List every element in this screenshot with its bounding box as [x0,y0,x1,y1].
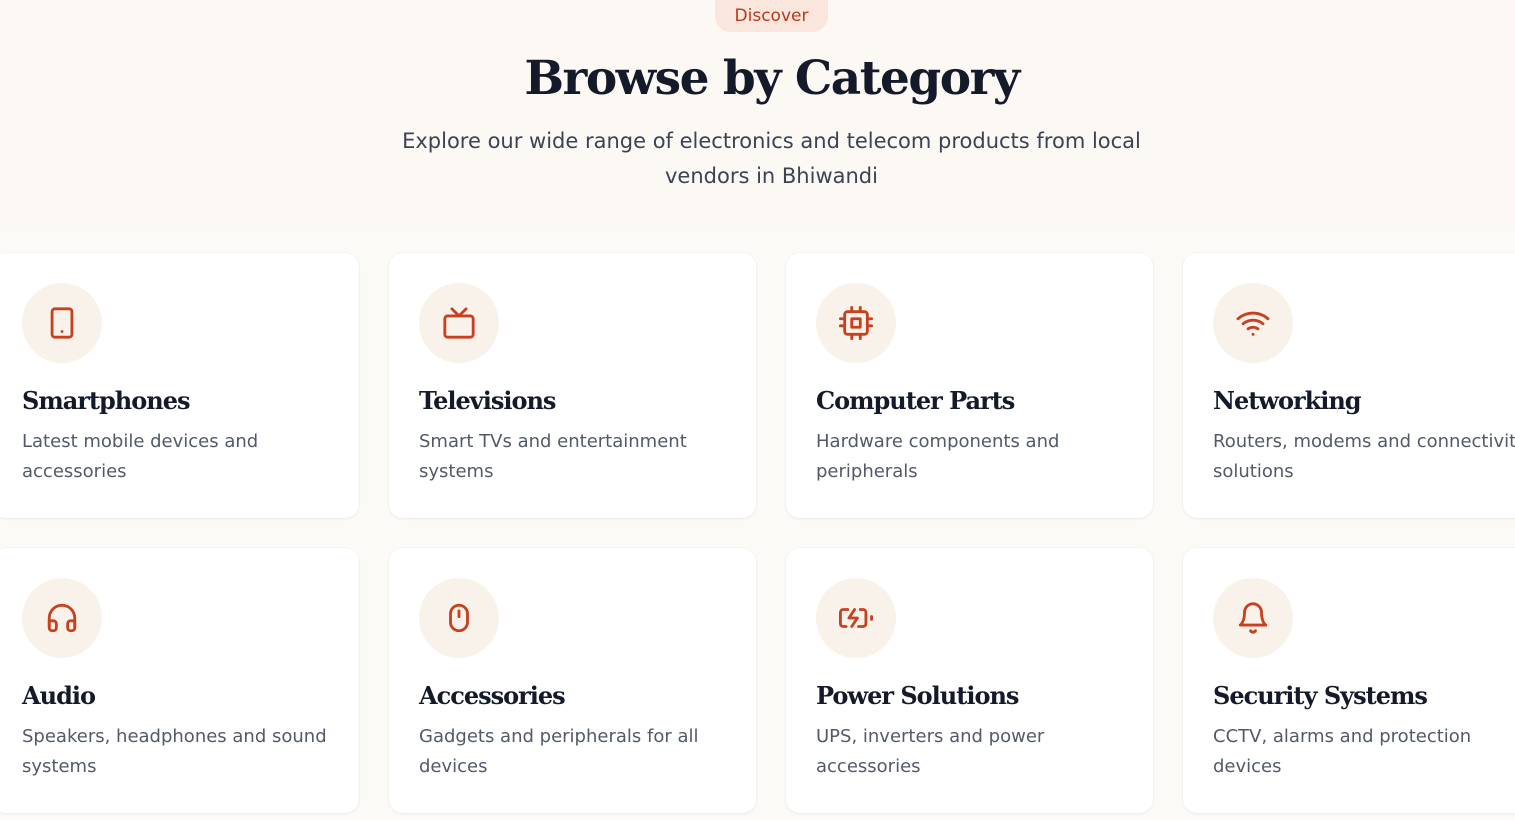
bell-icon [1213,578,1293,658]
category-description: CCTV, alarms and protection devices [1213,726,1472,777]
category-description: Routers, modems and connectivity solutio… [1213,431,1515,482]
tv-icon [419,283,499,363]
wifi-icon [1213,283,1293,363]
category-card-power-solutions[interactable]: Power Solutions UPS, inverters and power… [786,548,1153,813]
category-title: Televisions [419,386,556,415]
category-description: UPS, inverters and power accessories [816,726,1045,777]
category-title: Accessories [419,681,566,710]
page-subtitle: Explore our wide range of electronics an… [402,129,1141,188]
mouse-icon [419,578,499,658]
section-header: Discover Browse by Category Explore our … [0,0,1515,230]
battery-charging-icon [816,578,896,658]
category-title: Networking [1213,386,1362,415]
category-card-networking[interactable]: Networking Routers, modems and connectiv… [1183,253,1515,518]
category-title: Power Solutions [816,681,1019,710]
smartphone-icon [22,283,102,363]
category-title: Smartphones [22,386,190,415]
page-title: Browse by Category [524,51,1020,106]
category-card-computer-parts[interactable]: Computer Parts Hardware components and p… [786,253,1153,518]
discover-badge: Discover [715,0,828,32]
category-card-televisions[interactable]: Televisions Smart TVs and entertainment … [389,253,756,518]
cpu-icon [816,283,896,363]
category-title: Security Systems [1213,681,1428,710]
category-card-smartphones[interactable]: Smartphones Latest mobile devices and ac… [0,253,359,518]
category-card-accessories[interactable]: Accessories Gadgets and peripherals for … [389,548,756,813]
category-description: Hardware components and peripherals [816,431,1060,482]
headphones-icon [22,578,102,658]
category-title: Audio [22,681,96,710]
category-grid: Smartphones Latest mobile devices and ac… [0,253,1515,813]
category-title: Computer Parts [816,386,1015,415]
category-description: Speakers, headphones and sound systems [22,726,327,777]
category-description: Gadgets and peripherals for all devices [419,726,699,777]
category-description: Latest mobile devices and accessories [22,431,259,482]
category-card-audio[interactable]: Audio Speakers, headphones and sound sys… [0,548,359,813]
category-description: Smart TVs and entertainment systems [419,431,687,482]
category-card-security-systems[interactable]: Security Systems CCTV, alarms and protec… [1183,548,1515,813]
